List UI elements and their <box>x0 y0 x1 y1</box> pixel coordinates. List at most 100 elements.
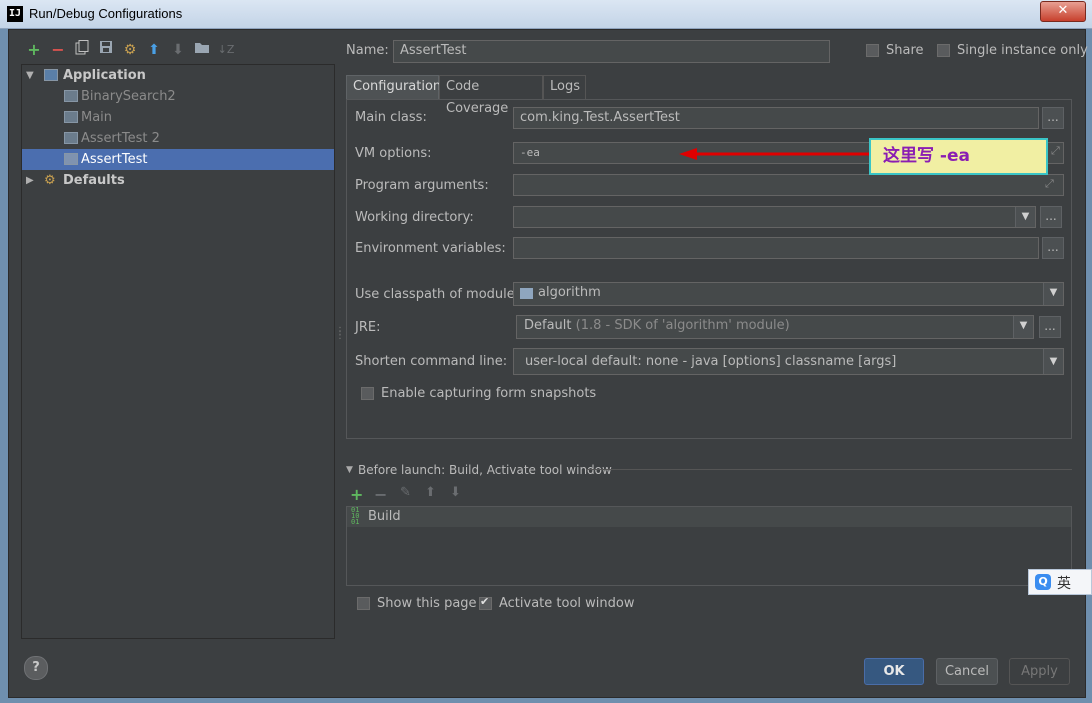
single-instance-label: Single instance only <box>957 43 1088 58</box>
snapshots-checkbox[interactable] <box>361 387 374 400</box>
program-args-label: Program arguments: <box>355 178 489 193</box>
classpath-module-value: algorithm <box>538 285 601 300</box>
expand-field-icon[interactable]: ⤢ <box>1051 144 1060 158</box>
ime-language: 英 <box>1057 576 1071 592</box>
chevron-down-icon[interactable]: ▼ <box>1015 207 1035 227</box>
window-title: Run/Debug Configurations <box>29 6 183 21</box>
show-page-label: Show this page <box>377 596 477 611</box>
shorten-command-combo[interactable]: user-local default: none - java [options… <box>513 348 1064 375</box>
annotation-callout: 这里写 -ea <box>869 138 1048 175</box>
add-icon[interactable]: + <box>350 485 363 504</box>
copy-icon[interactable] <box>73 40 91 60</box>
add-icon[interactable]: + <box>25 40 43 60</box>
save-icon[interactable] <box>97 40 115 60</box>
tree-item-asserttest-2[interactable]: AssertTest 2 <box>22 128 334 149</box>
activate-tool-window-checkbox[interactable] <box>479 595 492 610</box>
move-down-icon[interactable]: ⬇ <box>450 485 461 500</box>
move-up-icon[interactable]: ⬆ <box>145 40 163 60</box>
share-label: Share <box>886 43 924 58</box>
run-config-icon <box>64 111 78 123</box>
ok-button[interactable]: OK <box>864 658 924 685</box>
tree-item-main[interactable]: Main <box>22 107 334 128</box>
chevron-down-icon[interactable]: ▼ <box>1043 349 1063 374</box>
working-dir-label: Working directory: <box>355 210 474 225</box>
tab-code-coverage[interactable]: Code Coverage <box>439 75 543 116</box>
name-label: Name: <box>346 43 389 58</box>
application-icon <box>44 69 58 81</box>
move-down-icon[interactable]: ⬇ <box>169 40 187 60</box>
working-dir-combo[interactable]: ▼ <box>513 206 1036 228</box>
wrench-icon: ⚙ <box>44 173 56 188</box>
classpath-label: Use classpath of module: <box>355 287 520 302</box>
ime-logo-icon: Q <box>1035 574 1051 590</box>
help-button[interactable]: ? <box>24 656 48 680</box>
show-page-checkbox[interactable] <box>357 597 370 610</box>
divider <box>586 469 1072 470</box>
vm-options-label: VM options: <box>355 146 432 161</box>
cancel-button[interactable]: Cancel <box>936 658 998 685</box>
shorten-label: Shorten command line: <box>355 354 508 369</box>
jre-browse-button[interactable]: ... <box>1039 316 1061 338</box>
remove-icon[interactable]: − <box>374 485 387 504</box>
expand-right-icon[interactable]: ▶ <box>26 170 34 191</box>
snapshots-label: Enable capturing form snapshots <box>381 386 597 401</box>
tree-label: AssertTest <box>81 152 148 167</box>
run-config-icon <box>64 132 78 144</box>
configuration-tree: ▼ Application BinarySearch2 Main AssertT… <box>21 64 335 639</box>
tab-configuration[interactable]: Configuration <box>346 75 441 99</box>
tree-label: Main <box>81 110 113 125</box>
wrench-icon[interactable]: ⚙ <box>121 40 139 60</box>
jre-hint: (1.8 - SDK of 'algorithm' module) <box>575 318 790 333</box>
shorten-value: user-local default: none - java [options… <box>525 354 897 369</box>
env-vars-browse-button[interactable]: ... <box>1042 237 1064 259</box>
chevron-down-icon[interactable]: ▼ <box>1043 283 1063 305</box>
app-icon: IJ <box>7 6 23 22</box>
edit-icon[interactable]: ✎ <box>400 485 411 500</box>
ime-indicator[interactable]: Q 英 <box>1028 569 1092 595</box>
collapse-icon[interactable]: ▼ <box>346 465 353 475</box>
move-up-icon[interactable]: ⬆ <box>425 485 436 500</box>
expand-field-icon[interactable]: ⤢ <box>1045 177 1054 191</box>
splitter-handle[interactable]: ⋮ ⋮ <box>335 327 345 341</box>
chevron-down-icon[interactable]: ▼ <box>1013 316 1033 338</box>
before-launch-title: Before launch: Build, Activate tool wind… <box>358 463 612 477</box>
tree-label: AssertTest 2 <box>81 131 160 146</box>
list-item[interactable]: 01 10 01 Build <box>347 507 1071 527</box>
classpath-module-combo[interactable]: algorithm ▼ <box>513 282 1064 306</box>
remove-icon[interactable]: − <box>49 40 67 60</box>
main-class-label: Main class: <box>355 110 427 125</box>
env-vars-input[interactable] <box>513 237 1039 259</box>
name-input[interactable]: AssertTest <box>393 40 830 63</box>
jre-value: Default <box>524 318 572 333</box>
tree-label-defaults: Defaults <box>63 173 125 188</box>
build-icon: 01 10 01 <box>351 506 360 526</box>
working-dir-browse-button[interactable]: ... <box>1040 206 1062 228</box>
main-class-browse-button[interactable]: ... <box>1042 107 1064 129</box>
sort-icon[interactable]: ↓Z <box>217 40 235 60</box>
window-title-bar: IJ Run/Debug Configurations ✕ <box>0 0 1092 29</box>
window-close-button[interactable]: ✕ <box>1040 1 1086 22</box>
expand-down-icon[interactable]: ▼ <box>26 65 34 86</box>
annotation-arrow <box>679 148 869 160</box>
list-item-label: Build <box>368 509 401 524</box>
env-vars-label: Environment variables: <box>355 241 506 256</box>
program-args-input[interactable] <box>513 174 1064 196</box>
main-class-input[interactable]: com.king.Test.AssertTest <box>513 107 1039 129</box>
before-launch-list: 01 10 01 Build <box>346 506 1072 586</box>
tab-logs[interactable]: Logs <box>543 75 586 99</box>
single-instance-checkbox[interactable] <box>937 44 950 57</box>
folder-icon[interactable] <box>193 40 211 60</box>
run-config-icon <box>64 90 78 102</box>
jre-label: JRE: <box>355 320 381 335</box>
tree-item-defaults[interactable]: ▶ ⚙ Defaults <box>22 170 334 191</box>
tree-item-binarysearch2[interactable]: BinarySearch2 <box>22 86 334 107</box>
share-checkbox[interactable] <box>866 44 879 57</box>
tree-item-asserttest[interactable]: AssertTest <box>22 149 334 170</box>
jre-combo[interactable]: Default (1.8 - SDK of 'algorithm' module… <box>516 315 1034 339</box>
dialog: + − ⚙ ⬆ ⬇ ↓Z ▼ Application BinarySearch2… <box>8 29 1088 698</box>
tree-item-application[interactable]: ▼ Application <box>22 65 334 86</box>
module-icon <box>520 288 533 299</box>
tree-label: BinarySearch2 <box>81 89 176 104</box>
apply-button[interactable]: Apply <box>1009 658 1070 685</box>
activate-tool-window-label: Activate tool window <box>499 596 635 611</box>
